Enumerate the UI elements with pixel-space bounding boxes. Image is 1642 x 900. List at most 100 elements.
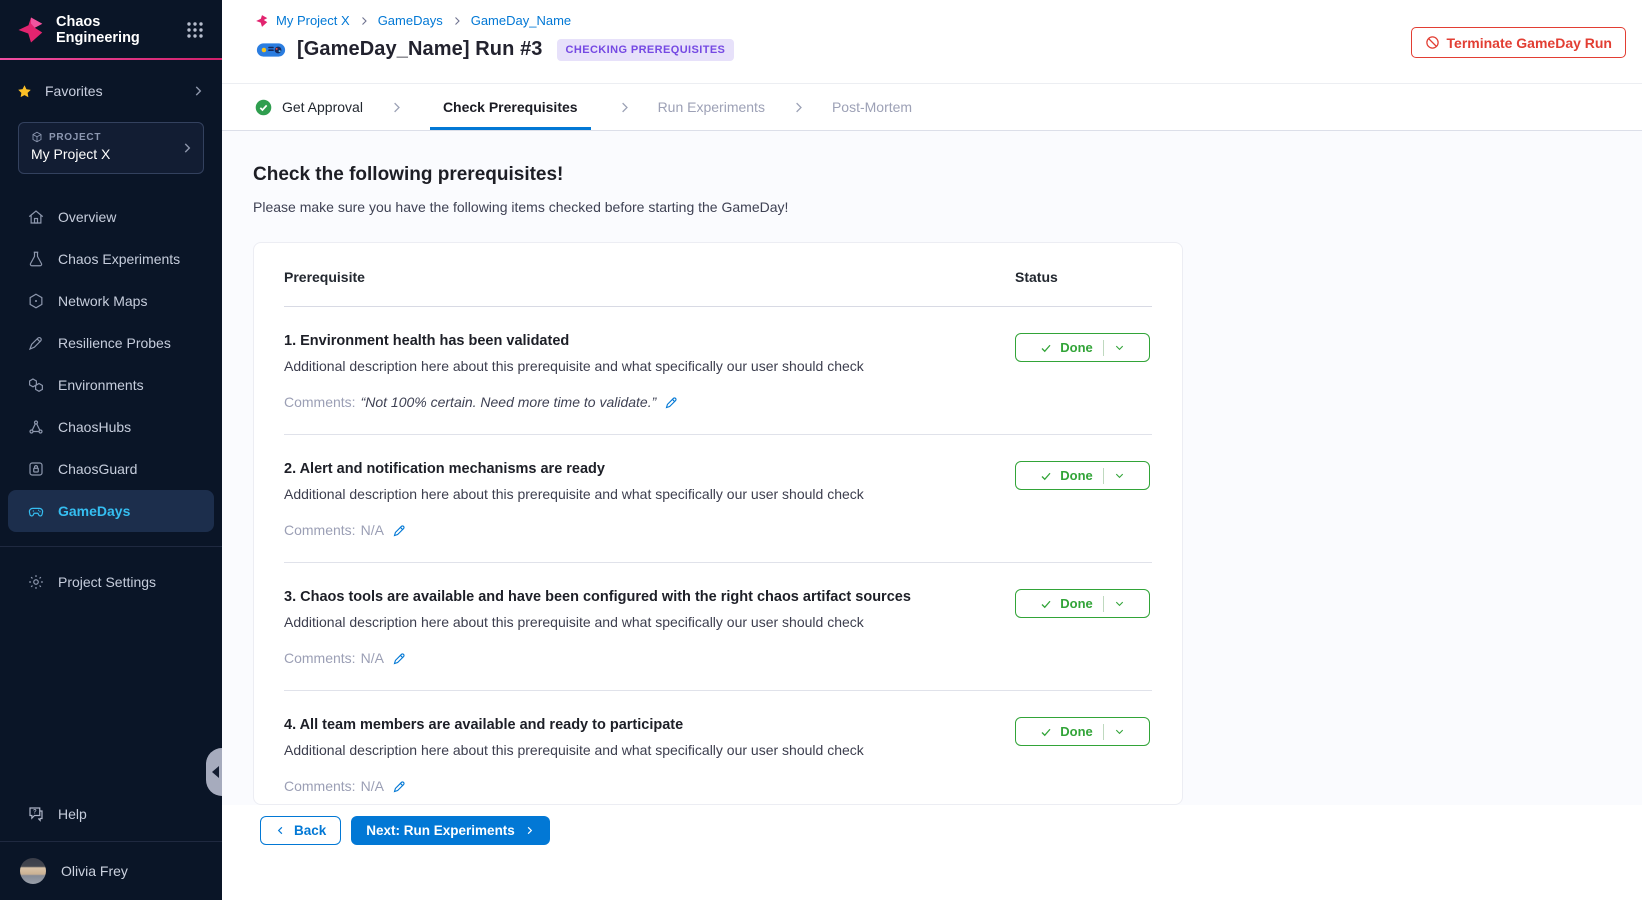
brand-header: Chaos Engineering — [0, 0, 222, 58]
hexagon-icon — [27, 292, 45, 310]
status-done-button[interactable]: Done — [1015, 461, 1150, 490]
page-title: [GameDay_Name] Run #3 — [297, 38, 543, 61]
prerequisite-description: Additional description here about this p… — [284, 486, 975, 502]
lock-shield-icon — [27, 460, 45, 478]
gear-icon — [27, 573, 45, 591]
brand-accent-rule — [0, 58, 222, 60]
chevron-down-icon — [1114, 342, 1125, 353]
table-row: 1. Environment health has been validated… — [284, 307, 1152, 435]
comment-text: N/A — [361, 522, 384, 538]
content-subheading: Please make sure you have the following … — [253, 199, 1642, 215]
chevron-right-icon — [617, 100, 632, 115]
project-selector[interactable]: PROJECT My Project X — [18, 122, 204, 174]
sidebar-item-chaosguard[interactable]: ChaosGuard — [0, 448, 222, 490]
edit-comment-icon[interactable] — [392, 523, 407, 538]
step-run-experiments[interactable]: Run Experiments — [658, 84, 765, 130]
status-done-button[interactable]: Done — [1015, 333, 1150, 362]
gamepad-icon — [27, 502, 45, 520]
collapse-arrow-icon — [212, 766, 219, 778]
column-header-prerequisite: Prerequisite — [284, 269, 1015, 285]
terminate-gameday-run-button[interactable]: Terminate GameDay Run — [1411, 27, 1626, 58]
environments-hexagons-icon — [27, 376, 45, 394]
user-profile[interactable]: Olivia Frey — [0, 842, 222, 900]
prerequisites-card: Prerequisite Status 1. Environment healt… — [253, 242, 1183, 805]
sidebar-collapse-handle[interactable] — [206, 748, 222, 796]
sidebar-bottom: ? Help Olivia Frey — [0, 791, 222, 900]
sidebar-item-overview[interactable]: Overview — [0, 196, 222, 238]
sidebar-item-resilience-probes[interactable]: Resilience Probes — [0, 322, 222, 364]
wizard-footer: Back Next: Run Experiments — [222, 805, 1642, 900]
table-row: 2. Alert and notification mechanisms are… — [284, 435, 1152, 563]
ban-icon — [1425, 35, 1440, 50]
chevron-right-icon — [791, 100, 806, 115]
comments-row: Comments: N/A — [284, 650, 975, 666]
comment-text: N/A — [361, 650, 384, 666]
check-icon — [1040, 598, 1052, 610]
star-icon — [17, 84, 32, 99]
sidebar-item-environments[interactable]: Environments — [0, 364, 222, 406]
sidebar-item-gamedays[interactable]: GameDays — [8, 490, 214, 532]
sidebar-item-chaoshubs[interactable]: ChaosHubs — [0, 406, 222, 448]
edit-comment-icon[interactable] — [392, 779, 407, 794]
button-divider — [1103, 724, 1104, 740]
chevron-right-icon — [180, 141, 194, 155]
user-name: Olivia Frey — [61, 863, 128, 879]
chevron-down-icon — [1114, 726, 1125, 737]
prerequisite-title: 1. Environment health has been validated — [284, 333, 975, 349]
button-divider — [1103, 596, 1104, 612]
prerequisite-description: Additional description here about this p… — [284, 358, 975, 374]
chevron-right-icon — [451, 15, 463, 27]
comments-label: Comments: — [284, 394, 356, 410]
sidebar-item-chaos-experiments[interactable]: Chaos Experiments — [0, 238, 222, 280]
help-chat-icon: ? — [27, 805, 45, 823]
brand-title: Chaos Engineering — [56, 14, 140, 46]
chevron-right-icon — [524, 825, 535, 836]
comments-row: Comments: N/A — [284, 522, 975, 538]
comment-text: N/A — [361, 778, 384, 794]
edit-comment-icon[interactable] — [664, 395, 679, 410]
breadcrumb-gameday-name-link[interactable]: GameDay_Name — [471, 13, 571, 28]
user-avatar — [20, 858, 46, 884]
prerequisite-description: Additional description here about this p… — [284, 742, 975, 758]
table-row: 3. Chaos tools are available and have be… — [284, 563, 1152, 691]
sidebar-item-help[interactable]: ? Help — [0, 791, 222, 837]
comments-label: Comments: — [284, 522, 356, 538]
step-post-mortem[interactable]: Post-Mortem — [832, 84, 912, 130]
sidebar-item-project-settings[interactable]: Project Settings — [0, 561, 222, 603]
breadcrumb: My Project X GameDays GameDay_Name — [255, 13, 1626, 28]
chevron-down-icon — [1114, 470, 1125, 481]
status-done-button[interactable]: Done — [1015, 589, 1150, 618]
table-row: 4. All team members are available and re… — [284, 691, 1152, 805]
prerequisite-title: 3. Chaos tools are available and have be… — [284, 589, 975, 605]
chevron-right-icon — [389, 100, 404, 115]
cube-icon — [31, 131, 43, 143]
content-heading: Check the following prerequisites! — [253, 164, 1642, 186]
page-header: My Project X GameDays GameDay_Name [Game… — [222, 0, 1642, 84]
check-icon — [1040, 726, 1052, 738]
sidebar-item-favorites[interactable]: Favorites — [0, 72, 222, 110]
chevron-right-icon — [358, 15, 370, 27]
step-get-approval[interactable]: Get Approval — [255, 84, 363, 130]
app-grid-menu-icon[interactable] — [184, 19, 206, 41]
breadcrumb-project-link[interactable]: My Project X — [276, 13, 350, 28]
probe-pen-icon — [27, 334, 45, 352]
breadcrumb-gamedays-link[interactable]: GameDays — [378, 13, 443, 28]
sidebar-item-network-maps[interactable]: Network Maps — [0, 280, 222, 322]
hub-nodes-icon — [27, 418, 45, 436]
svg-text:?: ? — [33, 810, 37, 816]
edit-comment-icon[interactable] — [392, 651, 407, 666]
project-kicker: PROJECT — [49, 132, 101, 143]
next-run-experiments-button[interactable]: Next: Run Experiments — [351, 816, 550, 845]
status-badge: CHECKING PREREQUISITES — [557, 39, 735, 61]
step-check-prerequisites[interactable]: Check Prerequisites — [430, 84, 591, 130]
status-done-button[interactable]: Done — [1015, 717, 1150, 746]
main-area: My Project X GameDays GameDay_Name [Game… — [222, 0, 1642, 900]
app-root: Chaos Engineering Favorites — [0, 0, 1642, 900]
check-icon — [1040, 342, 1052, 354]
chevron-right-icon — [191, 84, 205, 98]
chaos-module-icon — [255, 14, 269, 28]
button-divider — [1103, 340, 1104, 356]
run-stepper: Get Approval Check Prerequisites Run Exp… — [222, 84, 1642, 131]
check-circle-icon — [255, 99, 272, 116]
back-button[interactable]: Back — [260, 816, 341, 845]
